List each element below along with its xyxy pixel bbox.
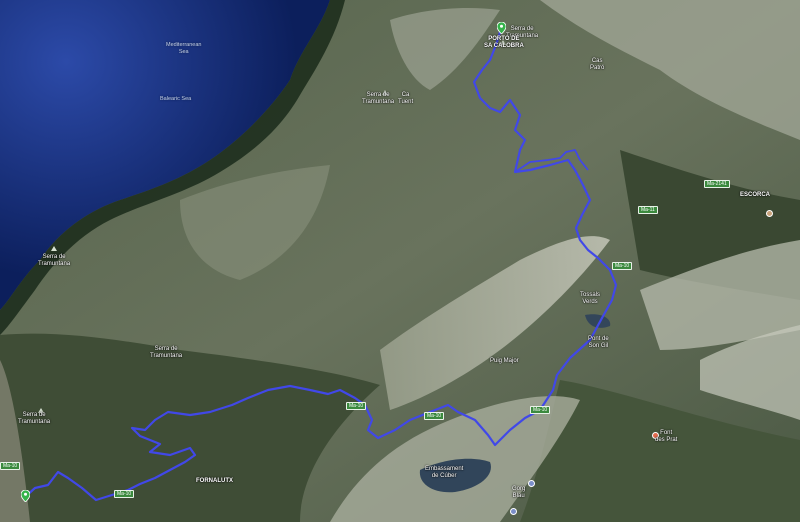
sea-label: Mediterranean Sea xyxy=(166,42,202,55)
peak-icon xyxy=(51,246,57,251)
place-label: Pont de Son Gil xyxy=(588,336,609,349)
road-shield: Ma-10 xyxy=(114,490,135,498)
place-label: Serra de Tramuntana xyxy=(362,92,395,105)
place-label: Embassament de Cúber xyxy=(425,466,464,479)
place-label: Font des Prat xyxy=(655,430,678,443)
poi-marker-icon[interactable] xyxy=(528,480,535,487)
place-label: Serra de Tramuntana xyxy=(150,346,183,359)
place-label: Tossals Verds xyxy=(580,292,601,305)
destination-pin-icon[interactable] xyxy=(497,22,506,34)
road-shield: Ma-10 xyxy=(346,402,367,410)
road-shield: Ma-10 xyxy=(612,262,633,270)
satellite-map[interactable]: Mediterranean Sea Balearic Sea Serra de … xyxy=(0,0,800,522)
place-label: ESCORCA xyxy=(740,192,771,198)
road-shield: Ma-10 xyxy=(530,406,551,414)
road-shield: Ma-11 xyxy=(638,206,658,214)
road-shield: Ma-10 xyxy=(424,412,445,420)
sea-label: Balearic Sea xyxy=(160,96,192,102)
place-label: Serra de Tramuntana xyxy=(18,412,51,425)
road-shield: Ma-2141 xyxy=(704,180,730,188)
poi-marker-icon[interactable] xyxy=(766,210,773,217)
place-label: Serra de Tramuntana xyxy=(38,254,71,267)
place-label: Puig Major xyxy=(490,358,519,364)
road-shield: Ma-10 xyxy=(0,462,21,470)
terrain-layer xyxy=(0,0,800,522)
place-label: Cas Patró xyxy=(590,58,605,71)
place-label: FORNALUTX xyxy=(196,478,233,484)
poi-marker-icon[interactable] xyxy=(510,508,517,515)
place-label: Ca Tuent xyxy=(398,92,414,105)
place-label: Gorg Blau xyxy=(512,486,526,499)
place-label: PORTO DE SA CALOBRA xyxy=(484,36,524,49)
origin-pin-icon[interactable] xyxy=(21,490,30,502)
